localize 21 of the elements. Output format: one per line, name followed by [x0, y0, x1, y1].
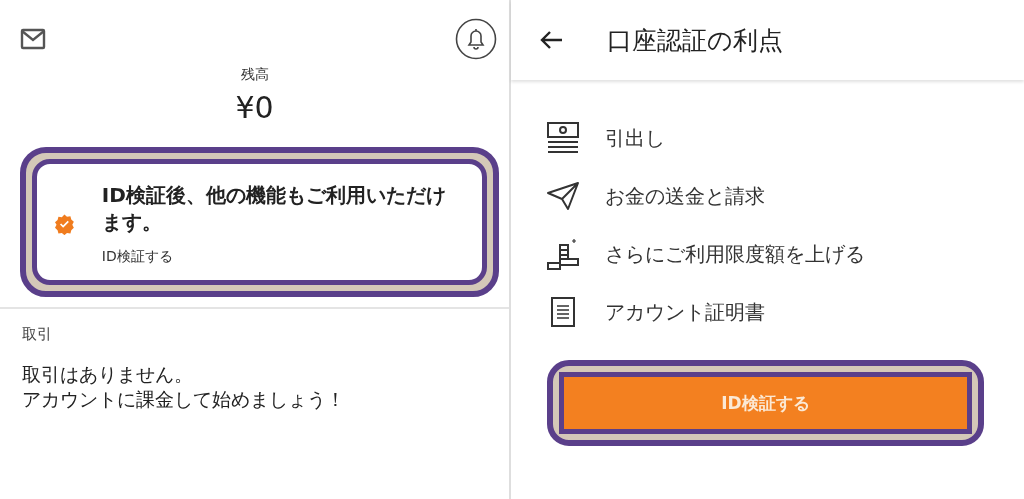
benefit-label: 引出し	[605, 124, 665, 152]
verified-badge-icon	[55, 213, 74, 235]
mail-icon[interactable]	[20, 28, 46, 50]
benefit-label: さらにご利用限度額を上げる	[605, 240, 865, 268]
paper-plane-icon	[546, 181, 580, 211]
back-arrow-icon[interactable]	[539, 30, 563, 50]
banknote-icon	[546, 121, 580, 155]
balance-label: 残高	[240, 66, 269, 84]
empty-message: 取引はありません。	[22, 362, 193, 387]
document-icon	[550, 296, 576, 328]
benefit-label: お金の送金と請求	[605, 182, 765, 210]
balance-amount: ¥0	[235, 90, 274, 125]
empty-message: アカウントに課金して始めましょう！	[22, 386, 345, 412]
transactions-label: 取引	[22, 325, 53, 344]
benefit-label: アカウント証明書	[605, 298, 765, 326]
page-title: 口座認証の利点	[607, 24, 783, 57]
verify-message: ID検証後、他の機能もご利用いただけます。	[101, 182, 447, 236]
coin-stack-icon	[546, 237, 580, 271]
bell-icon[interactable]	[455, 18, 497, 60]
verify-link[interactable]: ID検証する	[101, 248, 448, 266]
verify-card[interactable]: ID検証後、他の機能もご利用いただけます。 ID検証する	[32, 159, 487, 285]
